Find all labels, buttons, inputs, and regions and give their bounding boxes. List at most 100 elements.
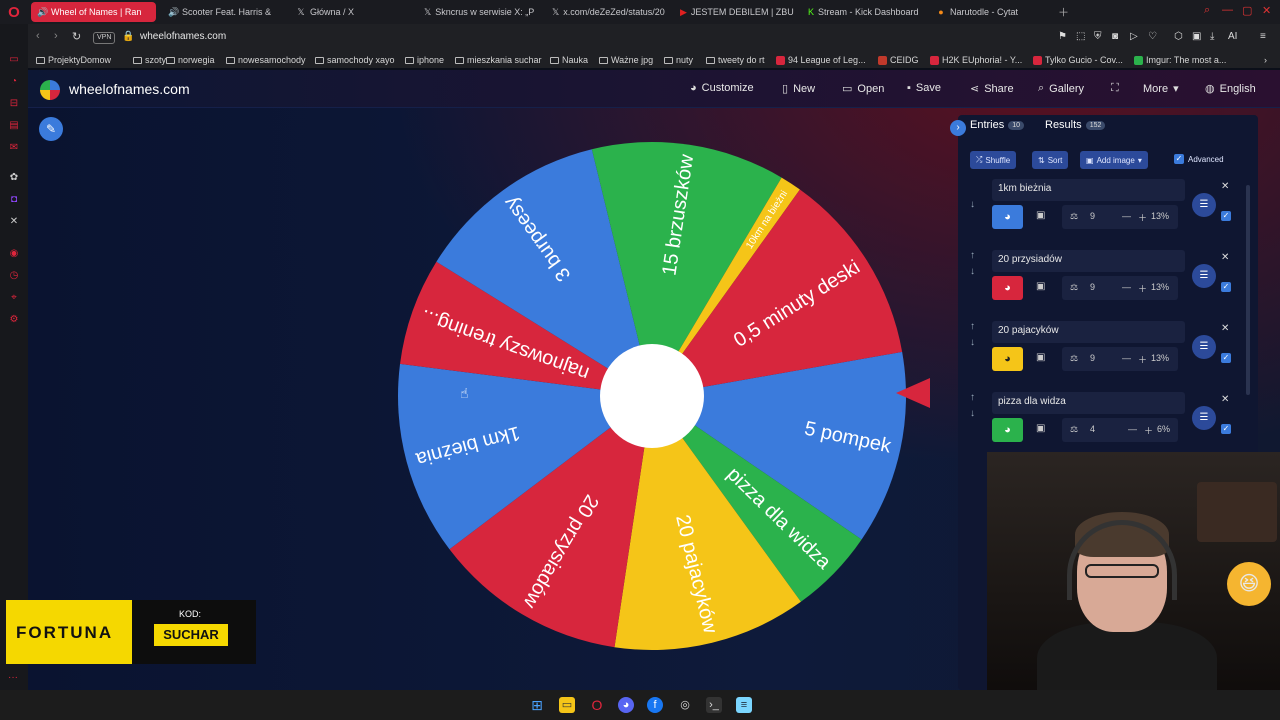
fullscreen-button[interactable]: ⛶ [1111,82,1119,95]
delete-entry-icon[interactable]: ✕ [1221,394,1229,405]
entry-enabled-checkbox[interactable]: ✓ [1221,347,1231,365]
open-button[interactable]: ▭ Open [842,82,884,96]
collapse-panel-icon[interactable]: › [950,120,966,136]
checkbox-icon[interactable]: ✓ [1174,154,1184,164]
weight-plus-icon[interactable]: ＋ [1138,353,1147,366]
edit-pencil-button[interactable]: ✎ [39,117,63,141]
save-button[interactable]: ▪ Save [907,82,941,94]
bookmark-folder[interactable]: nowesamochody [226,55,306,65]
tab-results[interactable]: Results 152 [1045,119,1106,131]
entry-image-icon[interactable]: ▣ [1036,281,1045,292]
bookmark-folder[interactable]: szoty [133,55,166,65]
customize-button[interactable]: ◕ Customize [690,82,754,94]
entry-weight-value[interactable]: 9 [1090,282,1095,292]
bookmark-folder[interactable]: mieszkania suchar [455,55,542,65]
entry-weight-field[interactable]: ⚖ 9 — ＋ 13% [1062,347,1178,371]
history-icon[interactable]: ◔ [8,76,20,88]
entry-name-input[interactable]: 20 pajacyków [992,321,1185,343]
forward-icon[interactable]: › [54,30,58,42]
tab-narutodle[interactable]: ● Narutodle - Cytat [930,2,1050,22]
tab-scooter[interactable]: 🔊 Scooter Feat. Harris & [162,2,280,22]
bookmark-folder[interactable]: ProjektyDomow [36,55,111,65]
bookmark-site[interactable]: H2K EUphoria! - Y... [930,55,1022,65]
bookmark-site[interactable]: Imgur: The most a... [1134,55,1226,65]
bookmark-folder[interactable]: nuty [664,55,693,65]
facebook-icon[interactable]: f [647,697,663,713]
move-down-icon[interactable]: ↓ [970,199,975,210]
extensions-icon[interactable]: ⬡ [1174,31,1183,42]
add-image-button[interactable]: ▣ Add image ▾ [1080,151,1148,169]
tab-x-post[interactable]: 𝕏 Skncrus w serwisie X: „P [418,2,538,22]
messenger-icon[interactable]: ✉ [8,142,20,154]
shopping-icon[interactable]: ⊟ [8,98,20,110]
tab-wheel-of-names[interactable]: 🔊 Wheel of Names | Ran [31,2,156,22]
entries-scrollbar[interactable] [1246,185,1250,395]
share-button[interactable]: ⋖ Share [970,82,1014,96]
menu-icon[interactable]: ≡ [1260,31,1266,42]
tab-kick[interactable]: K Stream - Kick Dashboard [802,2,922,22]
entry-weight-value[interactable]: 9 [1090,353,1095,363]
lock-icon[interactable]: 🔒 [122,31,134,42]
entry-options-button[interactable]: ☰ [1192,193,1216,217]
close-icon[interactable]: ✕ [1262,4,1271,17]
new-tab-icon[interactable]: ＋ [1058,4,1069,20]
more-bookmarks-icon[interactable]: › [1264,55,1267,65]
weight-minus-icon[interactable]: — [1122,353,1131,363]
bookmark-site[interactable]: CEIDG [878,55,919,65]
workspace-icon[interactable]: ▭ [8,54,20,66]
move-down-icon[interactable]: ↓ [970,408,975,419]
move-up-icon[interactable]: ↑ [970,392,975,403]
move-down-icon[interactable]: ↓ [970,266,975,277]
reload-icon[interactable]: ↻ [72,30,81,43]
opera-logo-icon[interactable]: O [0,0,28,24]
entry-enabled-checkbox[interactable]: ✓ [1221,418,1231,436]
clock-icon[interactable]: ◷ [8,270,20,282]
entry-image-icon[interactable]: ▣ [1036,352,1045,363]
chatgpt-icon[interactable]: ✿ [8,172,20,184]
weight-minus-icon[interactable]: — [1128,424,1137,434]
bookmark-folder[interactable]: norwegia [166,55,215,65]
opera-browser-icon[interactable]: O [589,697,605,713]
wallet-icon[interactable]: ▣ [1192,31,1201,42]
entry-weight-field[interactable]: ⚖ 4 — ＋ 6% [1062,418,1178,442]
wheel-center-hub[interactable] [600,344,704,448]
discord-icon[interactable]: ◕ [618,697,634,713]
entry-name-input[interactable]: pizza dla widza [992,392,1185,414]
file-explorer-icon[interactable]: ▭ [559,697,575,713]
location-icon[interactable]: ⌖ [8,292,20,304]
bookmark-site[interactable]: 94 League of Leg... [776,55,866,65]
weight-minus-icon[interactable]: — [1122,211,1131,221]
entry-color-button[interactable]: ◕ [992,205,1023,229]
entry-image-icon[interactable]: ▣ [1036,423,1045,434]
tab-entries[interactable]: Entries 10 [970,119,1025,131]
bookmark-site[interactable]: Tylko Gucio - Cov... [1033,55,1123,65]
player-icon[interactable]: ◉ [8,248,20,260]
entry-weight-value[interactable]: 9 [1090,211,1095,221]
heart-icon[interactable]: ♡ [1148,31,1157,42]
weight-plus-icon[interactable]: ＋ [1144,424,1153,437]
bookmark-folder[interactable]: Nauka [550,55,588,65]
x-logo-icon[interactable]: ✕ [8,216,20,228]
windows-start-icon[interactable]: ⊞ [529,697,545,713]
entry-weight-field[interactable]: ⚖ 9 — ＋ 13% [1062,276,1178,300]
advanced-toggle[interactable]: ✓ Advanced [1174,154,1224,164]
entry-enabled-checkbox[interactable]: ✓ [1221,205,1231,223]
shuffle-button[interactable]: ⤮ Shuffle [970,151,1017,169]
camera-icon[interactable]: ◙ [1112,31,1118,42]
screenshot-icon[interactable]: ⬚ [1076,31,1085,42]
weight-plus-icon[interactable]: ＋ [1138,211,1147,224]
back-icon[interactable]: ‹ [36,30,40,42]
entry-weight-value[interactable]: 4 [1090,424,1095,434]
delete-entry-icon[interactable]: ✕ [1221,323,1229,334]
entry-image-icon[interactable]: ▣ [1036,210,1045,221]
maximize-icon[interactable]: ▢ [1242,4,1252,17]
bookmark-folder[interactable]: Ważne jpg [599,55,653,65]
delete-entry-icon[interactable]: ✕ [1221,181,1229,192]
bookmark-icon[interactable]: ⚑ [1058,31,1067,42]
weight-plus-icon[interactable]: ＋ [1138,282,1147,295]
minimize-icon[interactable]: — [1222,4,1233,16]
move-up-icon[interactable]: ↑ [970,250,975,261]
tab-x-status[interactable]: 𝕏 x.com/deZeZed/status/20 [546,2,666,22]
weight-minus-icon[interactable]: — [1122,282,1131,292]
wheel[interactable]: 5 pompek pizza dla widza 20 pajacyków 20 pr… [396,140,908,652]
